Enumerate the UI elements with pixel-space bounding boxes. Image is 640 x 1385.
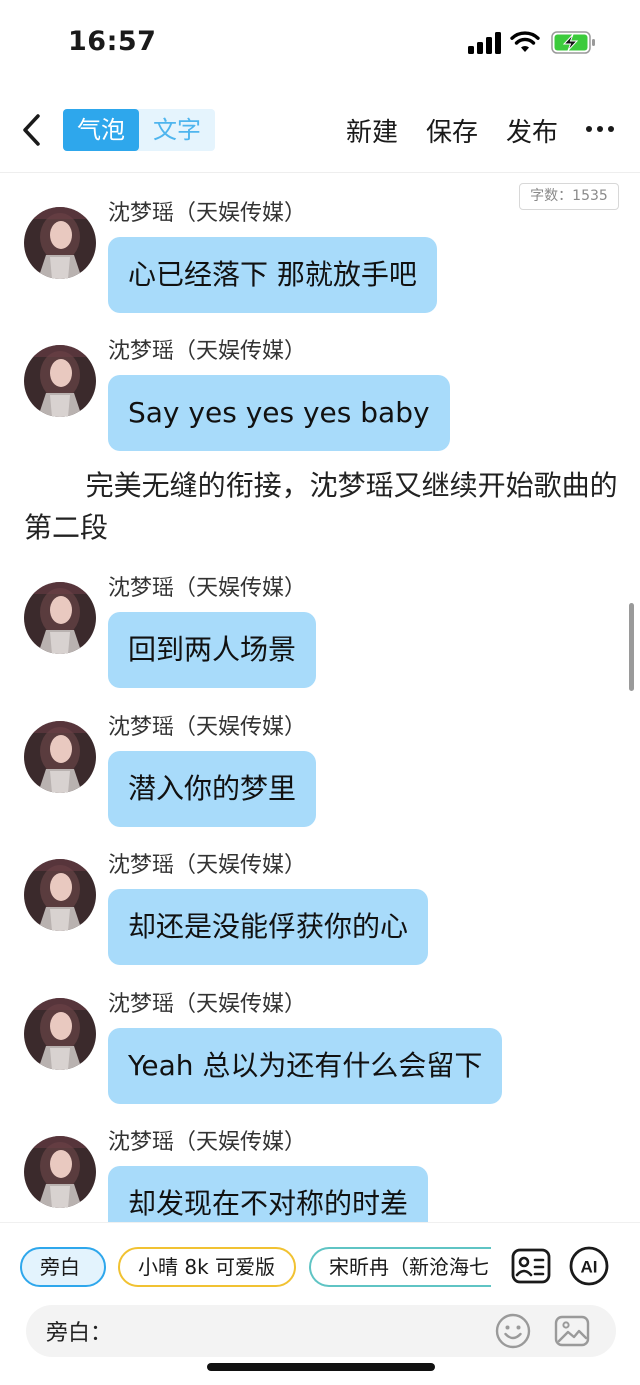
composer-panel: 旁白 小晴 8k 可爱版 宋昕冉（新沧海七 AI 旁白： (0, 1222, 640, 1385)
ai-icon[interactable]: AI (568, 1245, 610, 1287)
image-icon[interactable] (553, 1312, 591, 1350)
sender-name: 沈梦瑶（天娱传媒） (108, 715, 307, 740)
role-chip-character[interactable]: 宋昕冉（新沧海七 (309, 1247, 491, 1287)
chat-message: 沈梦瑶（天娱传媒） 潜入你的梦里 (0, 699, 640, 829)
emoji-icon[interactable] (494, 1312, 532, 1350)
avatar (24, 582, 96, 654)
back-button[interactable] (14, 106, 54, 154)
tab-text[interactable]: 文字 (139, 109, 215, 151)
ai-label: AI (581, 1258, 598, 1277)
message-input-row: 旁白： (26, 1305, 616, 1357)
sender-name: 沈梦瑶（天娱传媒） (108, 853, 307, 878)
mode-toggle: 气泡 文字 (63, 109, 215, 151)
battery-icon (551, 31, 595, 54)
message-bubble[interactable]: Say yes yes yes baby (108, 375, 450, 451)
status-time: 16:57 (68, 26, 157, 57)
contact-card-icon[interactable] (510, 1245, 552, 1287)
wifi-icon (510, 31, 540, 52)
avatar (24, 859, 96, 931)
publish-button[interactable]: 发布 (506, 112, 558, 149)
narration-text[interactable]: 完美无缝的衔接，沈梦瑶又继续开始歌曲的第二段 (24, 465, 620, 549)
role-chip-narration[interactable]: 旁白 (20, 1247, 106, 1287)
chat-message: 沈梦瑶（天娱传媒） Say yes yes yes baby (0, 323, 640, 453)
message-bubble[interactable]: Yeah 总以为还有什么会留下 (108, 1028, 503, 1104)
input-role-label: 旁白： (46, 1321, 113, 1346)
sender-name: 沈梦瑶（天娱传媒） (108, 1130, 307, 1155)
chat-message: 沈梦瑶（天娱传媒） Yeah 总以为还有什么会留下 (0, 976, 640, 1106)
status-bar: 16:57 (0, 0, 640, 88)
chat-message: 沈梦瑶（天娱传媒） 却还是没能俘获你的心 (0, 837, 640, 967)
sender-name: 沈梦瑶（天娱传媒） (108, 201, 307, 226)
sender-name: 沈梦瑶（天娱传媒） (108, 992, 307, 1017)
sender-name: 沈梦瑶（天娱传媒） (108, 339, 307, 364)
message-bubble[interactable]: 回到两人场景 (108, 612, 317, 688)
save-button[interactable]: 保存 (426, 112, 478, 149)
avatar (24, 998, 96, 1070)
avatar (24, 721, 96, 793)
signal-icon (468, 32, 502, 54)
message-bubble[interactable]: 潜入你的梦里 (108, 751, 317, 827)
more-icon[interactable] (586, 126, 614, 134)
scrollbar[interactable] (629, 603, 634, 691)
home-indicator (207, 1363, 435, 1371)
message-input[interactable] (116, 1313, 476, 1349)
avatar (24, 1136, 96, 1208)
sender-name: 沈梦瑶（天娱传媒） (108, 576, 307, 601)
role-chip-character[interactable]: 小晴 8k 可爱版 (118, 1247, 296, 1287)
message-bubble[interactable]: 却还是没能俘获你的心 (108, 889, 429, 965)
nav-bar: 气泡 文字 新建 保存 发布 (0, 100, 640, 160)
avatar (24, 345, 96, 417)
avatar (24, 207, 96, 279)
chat-message: 沈梦瑶（天娱传媒） 回到两人场景 (0, 560, 640, 690)
new-button[interactable]: 新建 (346, 112, 398, 149)
nav-divider (0, 172, 640, 173)
chat-message: 沈梦瑶（天娱传媒） 心已经落下 那就放手吧 (0, 185, 640, 315)
message-bubble[interactable]: 心已经落下 那就放手吧 (108, 237, 437, 313)
tab-bubble[interactable]: 气泡 (63, 109, 139, 151)
